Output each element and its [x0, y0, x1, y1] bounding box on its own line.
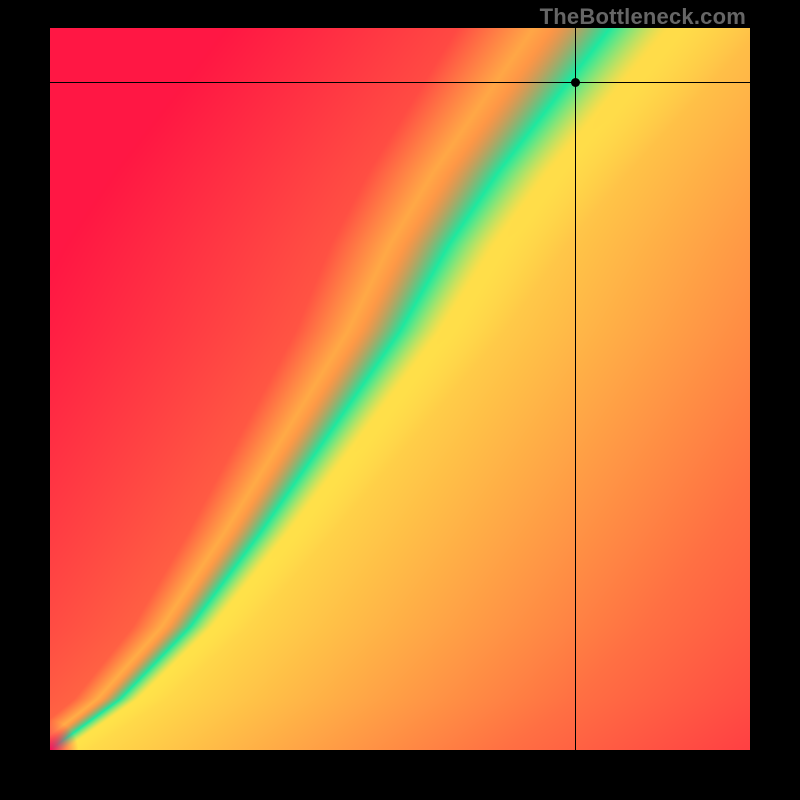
- heatmap-frame: [50, 28, 750, 750]
- watermark-text: TheBottleneck.com: [540, 4, 746, 30]
- crosshair-vertical: [575, 28, 576, 750]
- bottleneck-heatmap: [50, 28, 750, 750]
- crosshair-horizontal: [50, 82, 750, 83]
